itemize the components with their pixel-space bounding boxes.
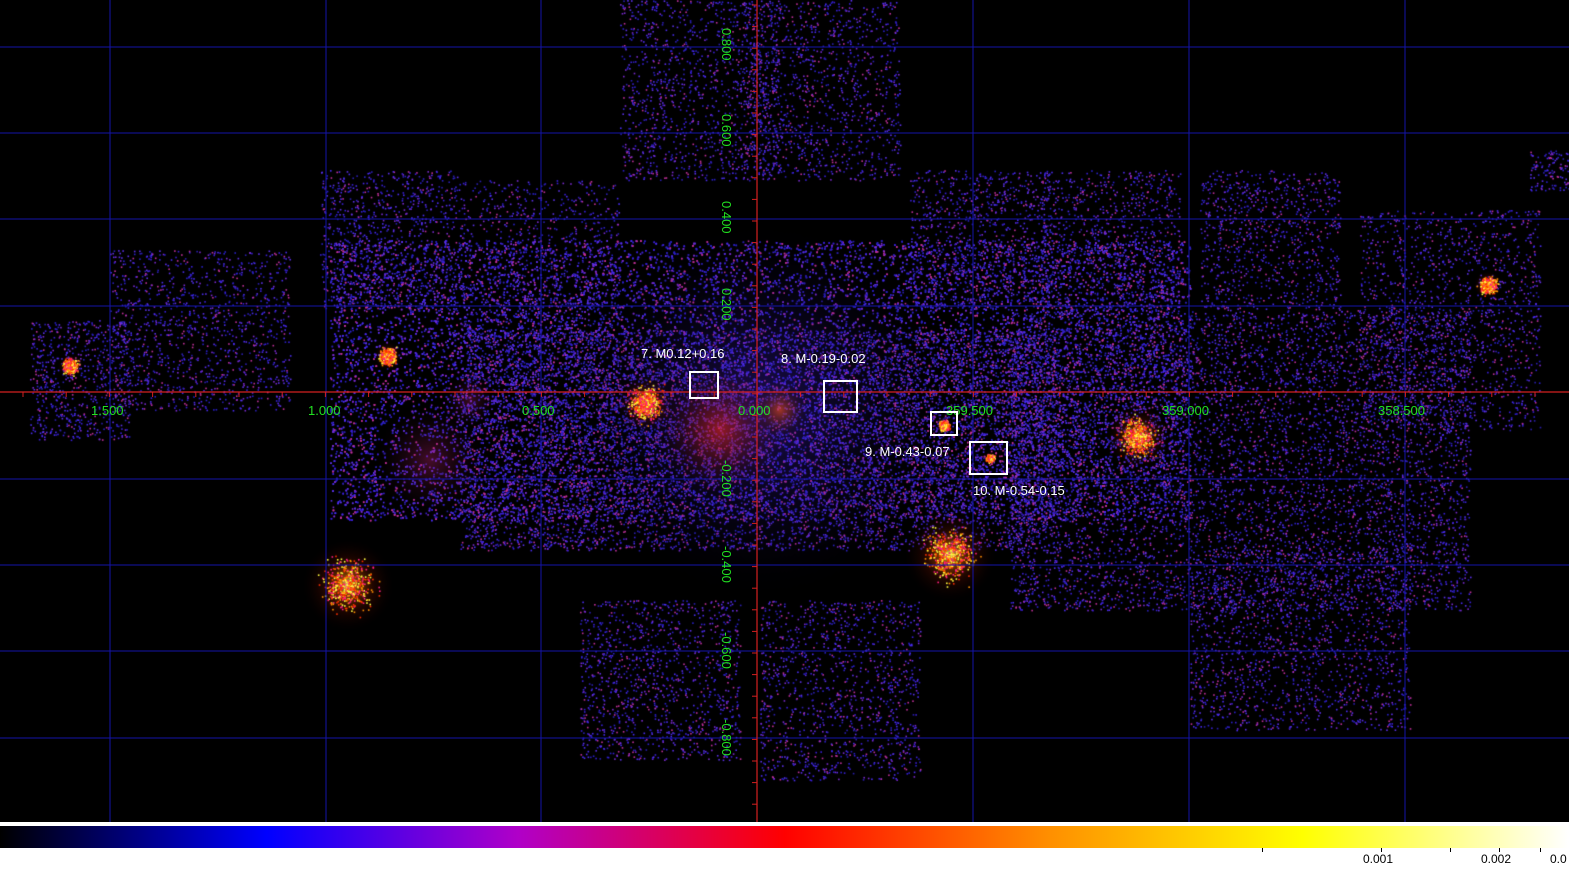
colorbar-tick <box>1450 848 1451 852</box>
region-box[interactable] <box>930 411 958 436</box>
region-label: 10. M-0.54-0.15 <box>973 483 1065 498</box>
region-box[interactable] <box>823 380 858 413</box>
lat-label: 0.400 <box>719 201 734 234</box>
colorbar-tick <box>1540 848 1541 852</box>
lat-label: -0.200 <box>719 460 734 497</box>
lon-label: 1.000 <box>308 403 341 418</box>
lat-label: 0.200 <box>719 288 734 321</box>
coordinate-grid <box>0 0 1569 822</box>
region-box[interactable] <box>969 441 1008 475</box>
region-label: 9. M-0.43-0.07 <box>865 444 950 459</box>
colorbar-label: 0.001 <box>1363 852 1394 866</box>
lat-label: -0.400 <box>719 546 734 583</box>
lon-label: 1.500 <box>91 403 124 418</box>
colorbar-label: 0.002 <box>1481 852 1512 866</box>
lat-label: -0.800 <box>719 719 734 756</box>
region-box[interactable] <box>689 371 719 399</box>
colorbar-tick <box>1262 848 1263 852</box>
lon-label: 358.500 <box>1378 403 1425 418</box>
colorbar-panel: 0.001 0.002 0.0 <box>0 822 1569 871</box>
lon-label: 0.500 <box>522 403 555 418</box>
lat-label: 0.800 <box>719 28 734 61</box>
colorbar-label: 0.0 <box>1550 852 1567 866</box>
lon-label: 0.000 <box>738 403 771 418</box>
lat-label: 0.600 <box>719 114 734 147</box>
region-label: 8. M-0.19-0.02 <box>781 351 866 366</box>
colorbar[interactable] <box>0 826 1569 848</box>
region-label: 7. M0.12+0.16 <box>641 346 725 361</box>
lon-label: 359.000 <box>1162 403 1209 418</box>
lat-label: -0.600 <box>719 632 734 669</box>
image-viewer[interactable]: 1.500 1.000 0.500 0.000 359.500 359.000 … <box>0 0 1569 822</box>
